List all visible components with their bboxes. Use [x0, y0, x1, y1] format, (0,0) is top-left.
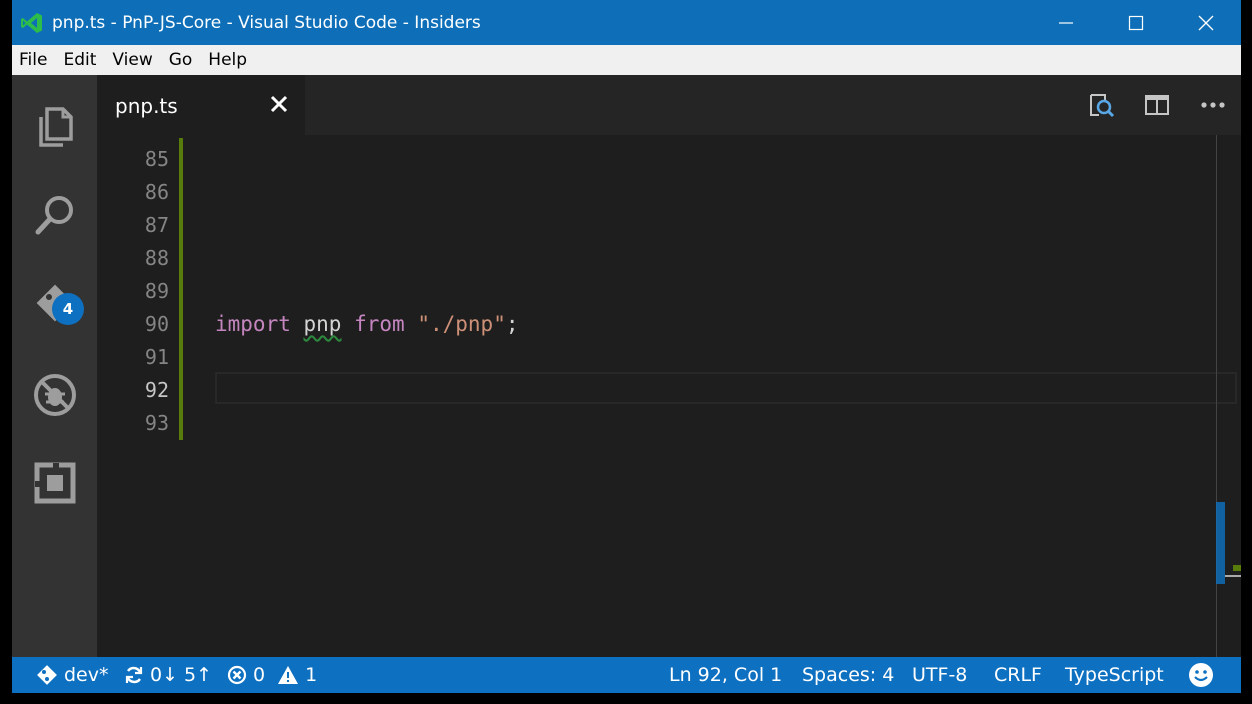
- error-count: 0: [253, 664, 266, 686]
- menu-bar: File Edit View Go Help: [12, 45, 1241, 75]
- semicolon: ;: [505, 312, 519, 336]
- menu-view[interactable]: View: [104, 50, 160, 70]
- maximize-icon: [1128, 15, 1144, 30]
- indentation: Spaces: 4: [802, 664, 895, 686]
- vscode-window: pnp.ts - PnP-JS-Core - Visual Studio Cod…: [12, 0, 1241, 693]
- status-problems[interactable]: 0 1: [227, 657, 317, 693]
- window-controls: [1031, 0, 1241, 45]
- activity-search[interactable]: [12, 175, 97, 255]
- close-icon: [1198, 15, 1214, 30]
- more-actions-button[interactable]: [1185, 75, 1241, 135]
- code-line: 90 import pnp from "./pnp";: [97, 308, 1217, 341]
- menu-edit[interactable]: Edit: [55, 50, 104, 70]
- error-icon: [227, 665, 247, 685]
- menu-file[interactable]: File: [12, 50, 55, 70]
- overview-change-marker: [1233, 565, 1241, 571]
- close-icon[interactable]: [269, 94, 289, 114]
- smiley-icon: [1189, 663, 1213, 687]
- git-branch-icon: [37, 665, 57, 685]
- git-changes-badge: 4: [52, 293, 84, 325]
- encoding: UTF-8: [912, 664, 968, 686]
- extensions-icon: [34, 462, 75, 504]
- line-number: 91: [144, 345, 169, 369]
- status-language[interactable]: TypeScript: [1065, 657, 1164, 693]
- menu-help[interactable]: Help: [200, 50, 255, 70]
- status-indentation[interactable]: Spaces: 4: [802, 657, 894, 693]
- vscode-logo-icon: [21, 12, 42, 33]
- code-line: 91: [97, 341, 1217, 374]
- debug-icon: [33, 374, 76, 416]
- tab-pnp-ts[interactable]: pnp.ts: [97, 75, 305, 135]
- feedback-button[interactable]: [1188, 657, 1214, 693]
- close-window-button[interactable]: [1171, 0, 1241, 45]
- activity-bar: 4: [12, 75, 97, 657]
- line-number: 92: [144, 378, 169, 402]
- tab-bar: pnp.ts: [97, 75, 1241, 135]
- maximize-button[interactable]: [1101, 0, 1171, 45]
- menu-go[interactable]: Go: [161, 50, 201, 70]
- line-ending: CRLF: [994, 664, 1042, 686]
- tab-label: pnp.ts: [115, 94, 178, 118]
- keyword-from: from: [354, 312, 405, 336]
- code-line: 93: [97, 407, 1217, 440]
- status-encoding[interactable]: UTF-8: [912, 657, 967, 693]
- warning-count: 1: [305, 664, 318, 686]
- line-number: 90: [144, 312, 169, 336]
- code-editor[interactable]: 85 86 87 88 89 90 import pnp from "./pnp…: [97, 135, 1241, 657]
- status-sync[interactable]: 0↓ 5↑: [124, 657, 212, 693]
- line-number: 87: [144, 213, 169, 237]
- scrollbar-thumb[interactable]: [1216, 502, 1225, 584]
- string-literal: "./pnp": [417, 312, 506, 336]
- sync-icon: [125, 666, 143, 684]
- language-mode: TypeScript: [1065, 664, 1164, 686]
- code-line: 89: [97, 275, 1217, 308]
- line-number: 89: [144, 279, 169, 303]
- code-line: 88: [97, 242, 1217, 275]
- split-editor-icon: [1145, 95, 1169, 115]
- title-bar: pnp.ts - PnP-JS-Core - Visual Studio Cod…: [12, 0, 1241, 45]
- split-editor-button[interactable]: [1129, 75, 1185, 135]
- explorer-icon: [38, 107, 73, 147]
- search-icon: [35, 196, 73, 235]
- activity-explorer[interactable]: [12, 87, 97, 167]
- open-changes-button[interactable]: [1073, 75, 1129, 135]
- status-eol[interactable]: CRLF: [994, 657, 1042, 693]
- code-text[interactable]: import pnp from "./pnp";: [215, 308, 519, 341]
- line-number: 88: [144, 246, 169, 270]
- sync-counts: 0↓ 5↑: [150, 664, 213, 686]
- activity-source-control[interactable]: 4: [12, 263, 97, 343]
- status-bar: dev* 0↓ 5↑ 0 1 Ln 92, Col 1 Spaces: 4 UT…: [12, 657, 1241, 693]
- overview-cursor-marker: [1225, 575, 1241, 577]
- line-number: 86: [144, 180, 169, 204]
- identifier-pnp: pnp: [303, 312, 342, 336]
- code-line: 87: [97, 209, 1217, 242]
- code-line: 92: [97, 374, 1217, 407]
- cursor-position: Ln 92, Col 1: [669, 664, 783, 686]
- keyword-import: import: [215, 312, 291, 336]
- minimize-button[interactable]: [1031, 0, 1101, 45]
- activity-debug[interactable]: [12, 355, 97, 435]
- window-title: pnp.ts - PnP-JS-Core - Visual Studio Cod…: [52, 12, 481, 33]
- open-changes-icon: [1090, 94, 1115, 118]
- line-number: 93: [144, 411, 169, 435]
- activity-extensions[interactable]: [12, 443, 97, 523]
- branch-name: dev*: [64, 664, 109, 686]
- status-branch[interactable]: dev*: [36, 657, 109, 693]
- code-line: 86: [97, 176, 1217, 209]
- more-icon: [1201, 102, 1225, 108]
- status-cursor-position[interactable]: Ln 92, Col 1: [669, 657, 782, 693]
- line-number: 85: [144, 147, 169, 171]
- warning-icon: [278, 666, 299, 684]
- code-line: 85: [97, 143, 1217, 176]
- minimize-icon: [1059, 21, 1073, 24]
- editor-actions: [1073, 75, 1241, 135]
